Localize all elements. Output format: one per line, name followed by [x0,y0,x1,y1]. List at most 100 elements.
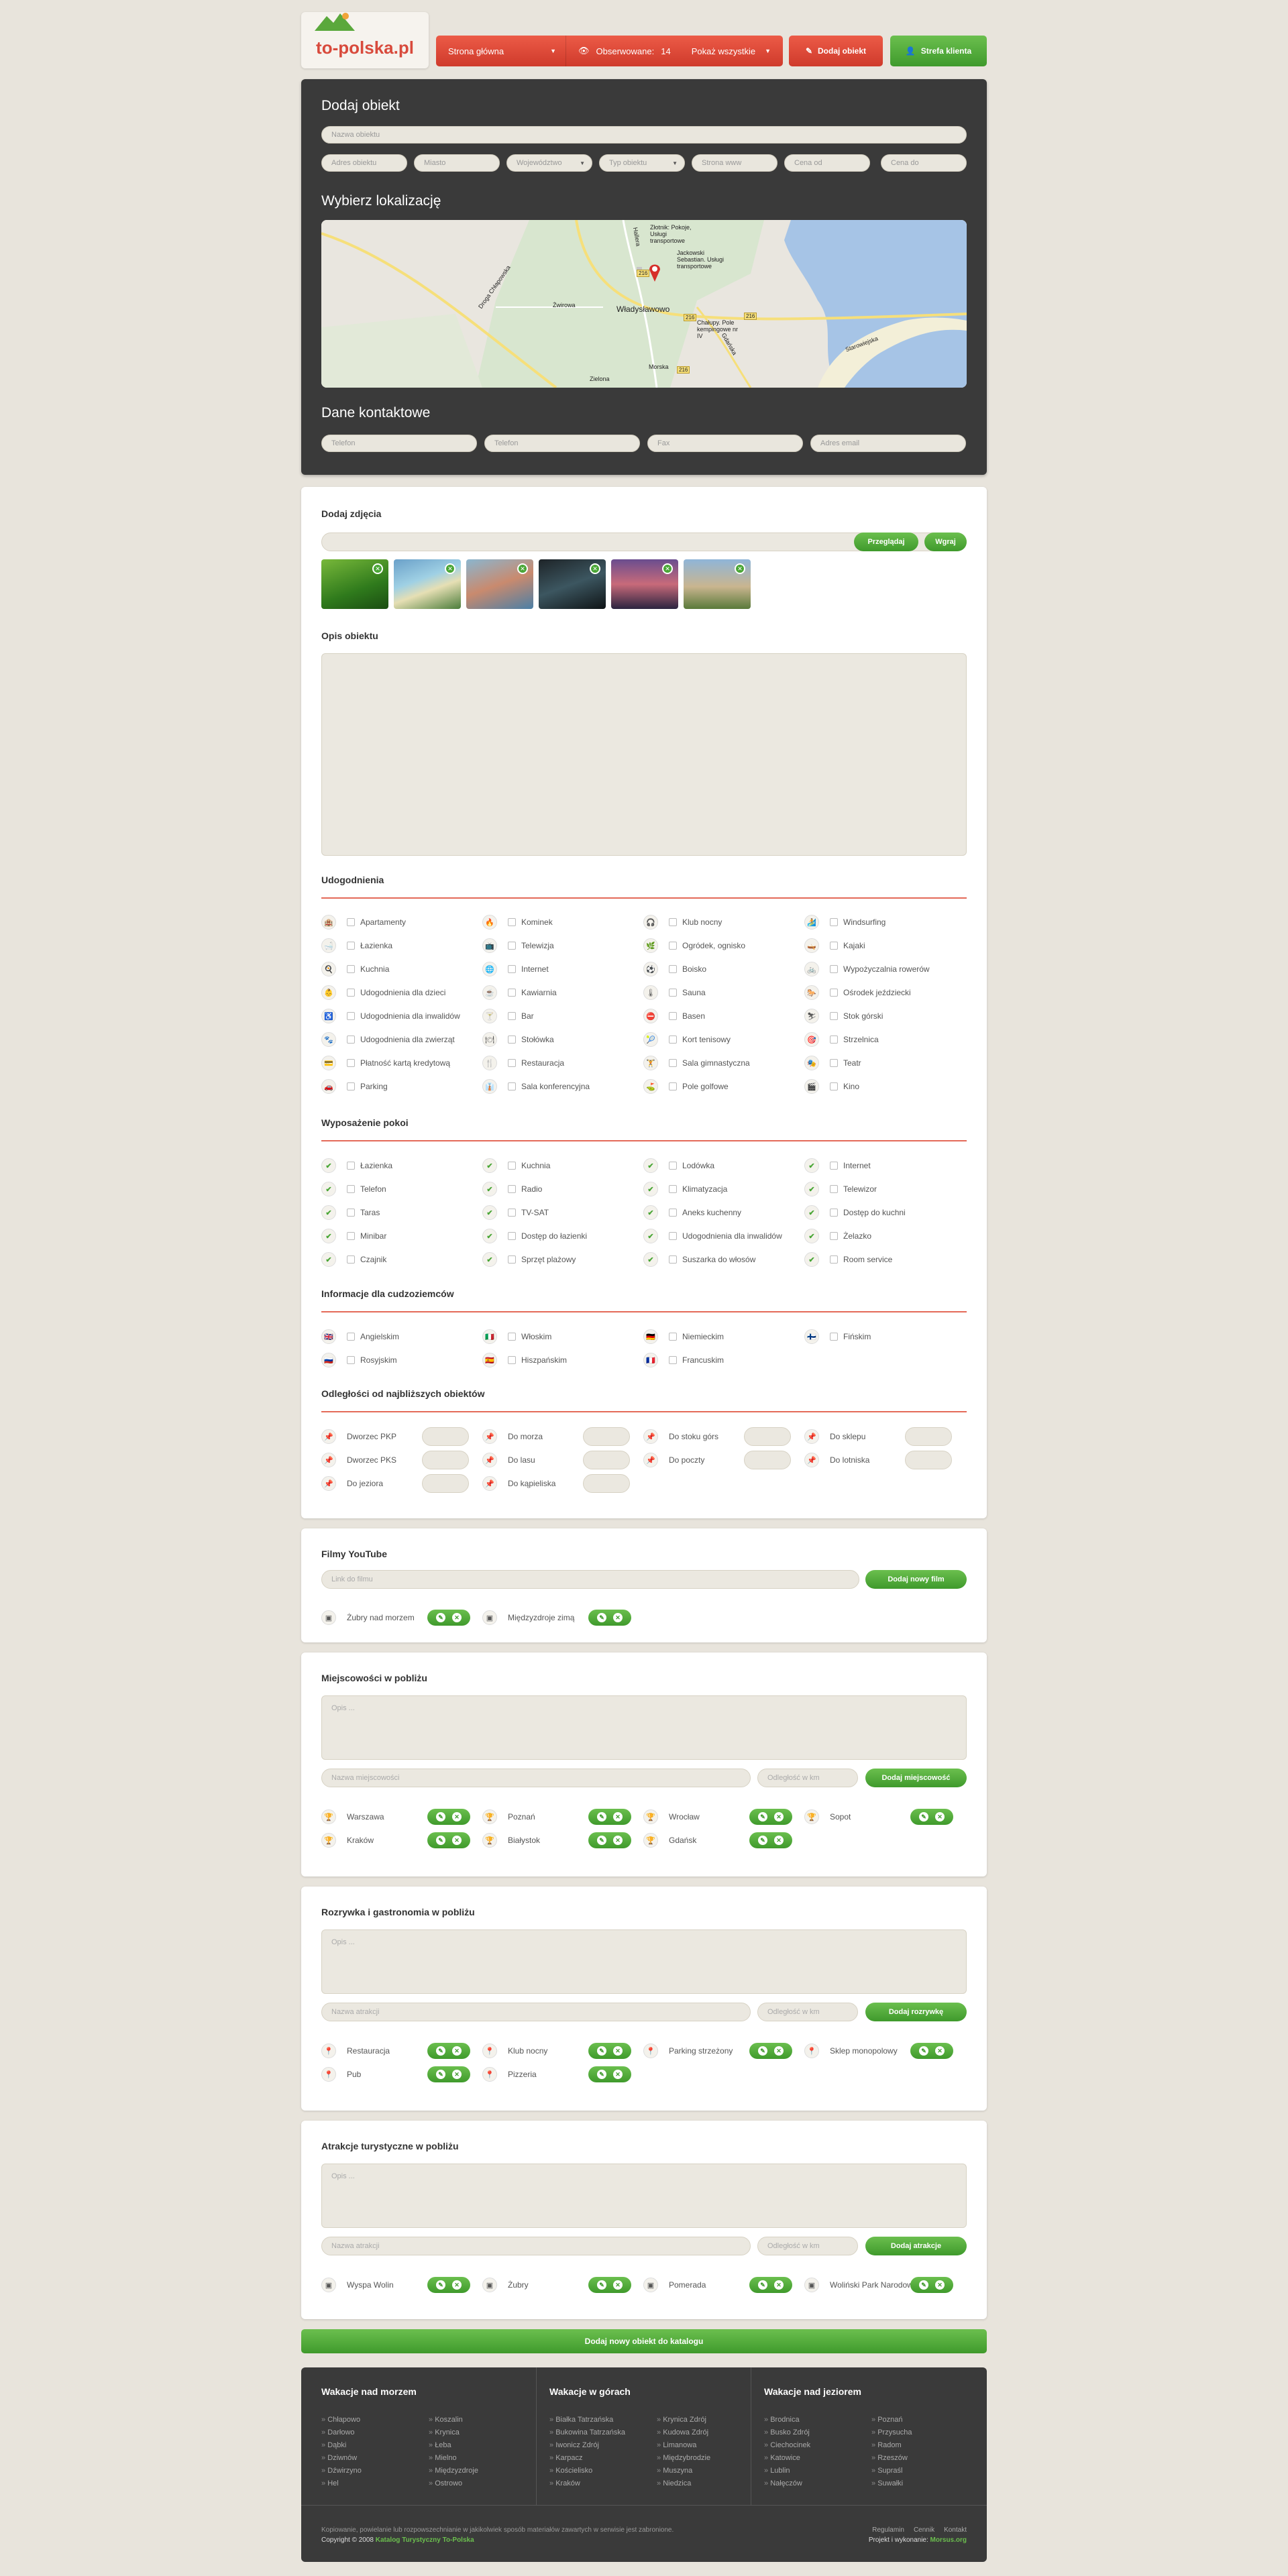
checkbox[interactable] [508,1333,516,1341]
footer-link[interactable]: Katowice [764,2454,871,2462]
option-room[interactable]: ✔ Klimatyzacja [643,1182,727,1196]
option-amen[interactable]: 🐾 Udogodnienia dla zwierząt [321,1032,455,1047]
option-lang[interactable]: 🇪🇸 Hiszpańskim [482,1353,567,1367]
email-input[interactable]: Adres email [810,435,966,452]
option-amen[interactable]: 🎧 Klub nocny [643,915,722,930]
footer-made-link[interactable]: Morsus.org [930,2536,967,2544]
description-textarea[interactable] [321,653,967,856]
remove-icon[interactable]: ✕ [445,563,455,574]
footer-link[interactable]: Bukowina Tatrzańska [549,2428,657,2437]
checkbox[interactable] [669,965,677,973]
add-object-button[interactable]: ✎ Dodaj obiekt [789,36,883,66]
distance-input[interactable] [422,1427,469,1446]
phone-input[interactable]: Telefon [321,435,477,452]
checkbox[interactable] [508,1232,516,1240]
remove-icon[interactable]: ✕ [517,563,528,574]
footer-link[interactable]: Hel [321,2479,429,2487]
option-room[interactable]: ✔ Room service [804,1252,892,1267]
footer-link[interactable]: Białka Tatrzańska [549,2416,657,2424]
photo-thumb[interactable]: ✕ [539,559,606,609]
checkbox[interactable] [508,1035,516,1044]
footer-link[interactable]: Nałęczów [764,2479,871,2487]
option-amen[interactable]: 🎬 Kino [804,1079,859,1094]
option-amen[interactable]: 🎾 Kort tenisowy [643,1032,731,1047]
option-amen[interactable]: 🐎 Ośrodek jeździecki [804,985,911,1000]
remove-icon[interactable]: ✕ [613,2070,623,2079]
distance-input[interactable] [583,1451,630,1469]
remove-icon[interactable]: ✕ [590,563,600,574]
address-input[interactable]: Adres obiektu [321,154,407,172]
checkbox[interactable] [669,1059,677,1067]
checkbox[interactable] [347,1082,355,1090]
edit-icon[interactable]: ✎ [436,1836,445,1845]
footer-link[interactable]: Dźwirzyno [321,2467,429,2475]
city-input[interactable]: Miasto [414,154,500,172]
edit-icon[interactable]: ✎ [758,2280,767,2290]
fun-dist-input[interactable]: Odległość w km [757,2003,858,2021]
option-amen[interactable]: ☕ Kawiarnia [482,985,557,1000]
towns-desc-textarea[interactable]: Opis ... [321,1695,967,1760]
checkbox[interactable] [347,1185,355,1193]
checkbox[interactable] [347,989,355,997]
footer-link[interactable]: Dziwnów [321,2454,429,2462]
checkbox[interactable] [347,1035,355,1044]
checkbox[interactable] [669,1162,677,1170]
footer-nav-link[interactable]: Cennik [914,2526,934,2534]
add-video-button[interactable]: Dodaj nowy film [865,1570,967,1589]
option-room[interactable]: ✔ Łazienka [321,1158,392,1173]
edit-icon[interactable]: ✎ [436,1613,445,1622]
checkbox[interactable] [347,1255,355,1264]
option-amen[interactable]: 🚗 Parking [321,1079,388,1094]
option-amen[interactable]: 💳 Płatność kartą kredytową [321,1056,450,1070]
option-amen[interactable]: 🏋 Sala gimnastyczna [643,1056,750,1070]
checkbox[interactable] [669,1082,677,1090]
checkbox[interactable] [508,942,516,950]
edit-icon[interactable]: ✎ [919,1812,928,1822]
edit-icon[interactable]: ✎ [436,2070,445,2079]
checkbox[interactable] [508,1209,516,1217]
edit-icon[interactable]: ✎ [758,1812,767,1822]
edit-icon[interactable]: ✎ [436,2280,445,2290]
checkbox[interactable] [347,1209,355,1217]
edit-icon[interactable]: ✎ [597,2280,606,2290]
footer-link[interactable]: Koszalin [429,2416,536,2424]
option-room[interactable]: ✔ Dostęp do kuchni [804,1205,906,1220]
checkbox[interactable] [830,1209,838,1217]
checkbox[interactable] [508,1255,516,1264]
distance-input[interactable] [744,1427,791,1446]
checkbox[interactable] [669,1333,677,1341]
checkbox[interactable] [347,918,355,926]
distance-input[interactable] [905,1427,952,1446]
checkbox[interactable] [347,1059,355,1067]
remove-icon[interactable]: ✕ [452,1613,462,1622]
remove-icon[interactable]: ✕ [372,563,383,574]
option-lang[interactable]: 🇫🇷 Francuskim [643,1353,724,1367]
option-amen[interactable]: 👔 Sala konferencyjna [482,1079,590,1094]
remove-icon[interactable]: ✕ [774,2046,784,2056]
checkbox[interactable] [508,1012,516,1020]
option-amen[interactable]: 🍴 Restauracja [482,1056,564,1070]
photo-thumb[interactable]: ✕ [394,559,461,609]
edit-icon[interactable]: ✎ [597,1812,606,1822]
option-room[interactable]: ✔ Telewizor [804,1182,877,1196]
checkbox[interactable] [669,1012,677,1020]
town-dist-input[interactable]: Odległość w km [757,1769,858,1787]
edit-icon[interactable]: ✎ [597,1613,606,1622]
checkbox[interactable] [347,1162,355,1170]
distance-input[interactable] [905,1451,952,1469]
option-amen[interactable]: ⛳ Pole golfowe [643,1079,729,1094]
voivodeship-select[interactable]: Województwo ▼ [506,154,592,172]
checkbox[interactable] [669,942,677,950]
option-room[interactable]: ✔ Aneks kuchenny [643,1205,741,1220]
edit-icon[interactable]: ✎ [597,2070,606,2079]
fax-input[interactable]: Fax [647,435,803,452]
phone2-input[interactable]: Telefon [484,435,640,452]
checkbox[interactable] [508,965,516,973]
client-zone-button[interactable]: 👤 Strefa klienta [890,36,987,66]
checkbox[interactable] [669,1035,677,1044]
option-lang[interactable]: 🇫🇮 Fińskim [804,1329,871,1344]
nav-home[interactable]: Strona główna ▼ [436,36,566,66]
distance-input[interactable] [583,1474,630,1493]
fun-desc-textarea[interactable]: Opis ... [321,1929,967,1994]
edit-icon[interactable]: ✎ [436,1812,445,1822]
